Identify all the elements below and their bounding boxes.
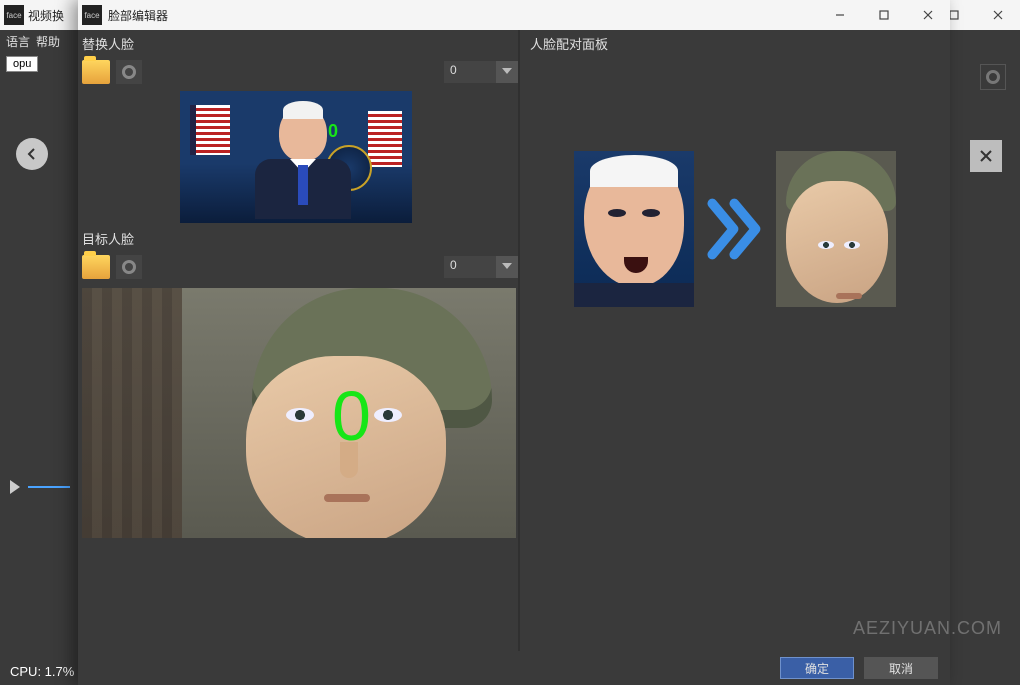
- source-face-marker: 0: [328, 121, 338, 142]
- pair-arrow-icon: [706, 197, 764, 261]
- pair-panel-title: 人脸配对面板: [530, 34, 940, 53]
- cancel-button[interactable]: 取消: [864, 657, 938, 679]
- app-icon: face: [4, 5, 24, 25]
- modal-app-icon: face: [82, 5, 102, 25]
- source-preview-image[interactable]: 0: [180, 91, 412, 223]
- modal-footer: 确定 取消: [78, 651, 950, 685]
- camera-button[interactable]: [980, 64, 1006, 90]
- modal-maximize-button[interactable]: [862, 0, 906, 30]
- menu-help[interactable]: 帮助: [36, 33, 60, 50]
- face-pair-row: [530, 151, 940, 307]
- chevron-down-icon: [496, 61, 518, 83]
- target-face-marker: 0: [332, 376, 371, 456]
- modal-minimize-button[interactable]: [818, 0, 862, 30]
- target-index-dropdown[interactable]: 0: [444, 256, 518, 278]
- source-index-dropdown[interactable]: 0: [444, 61, 518, 83]
- right-column: 人脸配对面板: [520, 30, 950, 651]
- target-index-value: 0: [444, 256, 496, 278]
- source-capture-button[interactable]: [116, 60, 142, 84]
- parent-close-button[interactable]: [976, 0, 1020, 30]
- face-editor-window: face 脸部编辑器 替换人脸 0: [78, 0, 950, 685]
- target-section-label: 目标人脸: [82, 229, 518, 252]
- target-capture-button[interactable]: [116, 255, 142, 279]
- pair-target-face[interactable]: [776, 151, 896, 307]
- menu-language[interactable]: 语言: [6, 33, 30, 50]
- watermark-text: AEZIYUAN.COM: [853, 618, 1002, 639]
- target-toolbar: 0: [82, 252, 518, 282]
- cpu-status: CPU: 1.7%: [10, 664, 74, 679]
- panel-close-button[interactable]: [970, 140, 1002, 172]
- playback-bar: [10, 478, 70, 496]
- modal-close-button[interactable]: [906, 0, 950, 30]
- target-open-folder-button[interactable]: [82, 255, 110, 279]
- source-index-value: 0: [444, 61, 496, 83]
- opu-field[interactable]: opu: [6, 56, 38, 72]
- chevron-down-icon: [496, 256, 518, 278]
- modal-titlebar: face 脸部编辑器: [78, 0, 950, 30]
- target-preview-image[interactable]: 0: [82, 288, 516, 538]
- modal-title: 脸部编辑器: [108, 7, 168, 24]
- parent-window-title: 视频换: [28, 7, 64, 24]
- source-open-folder-button[interactable]: [82, 60, 110, 84]
- source-toolbar: 0: [82, 57, 518, 87]
- ok-button[interactable]: 确定: [780, 657, 854, 679]
- left-column: 替换人脸 0 0: [78, 30, 518, 651]
- prev-frame-button[interactable]: [16, 138, 48, 170]
- source-section-label: 替换人脸: [82, 34, 518, 57]
- play-button[interactable]: [10, 480, 20, 494]
- timeline-slider[interactable]: [28, 486, 70, 488]
- pair-source-face[interactable]: [574, 151, 694, 307]
